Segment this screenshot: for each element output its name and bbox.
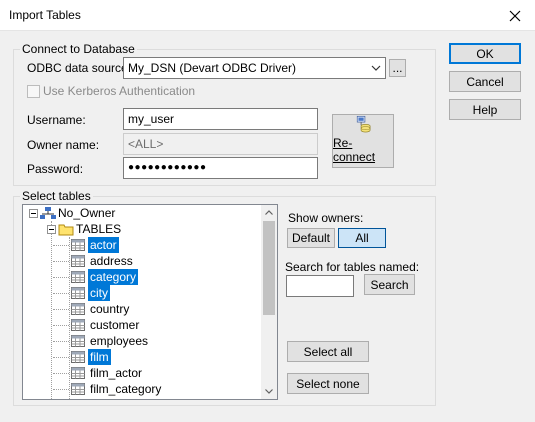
- kerberos-label: Use Kerberos Authentication: [43, 84, 196, 98]
- table-item-label: category: [88, 269, 139, 285]
- table-item[interactable]: category: [53, 269, 139, 285]
- password-label: Password:: [27, 162, 84, 176]
- close-icon: [509, 10, 521, 21]
- table-item[interactable]: employees: [53, 333, 150, 349]
- table-item-label: film_actor: [90, 366, 143, 380]
- tree-line: [53, 244, 69, 246]
- tree-line: [53, 372, 69, 374]
- table-item-label: customer: [90, 318, 140, 332]
- table-item[interactable]: customer: [53, 317, 141, 333]
- show-owners-label: Show owners:: [288, 211, 364, 225]
- table-item-label: address: [90, 254, 133, 268]
- window-title: Import Tables: [9, 8, 81, 22]
- title-bar: Import Tables: [0, 0, 535, 31]
- cancel-button[interactable]: Cancel: [449, 71, 521, 92]
- collapse-icon[interactable]: [29, 208, 38, 218]
- password-field[interactable]: ●●●●●●●●●●●●: [123, 157, 318, 179]
- table-item-label: film: [88, 349, 111, 365]
- table-item-label: country: [90, 302, 130, 316]
- reconnect-button[interactable]: Re-connect: [332, 114, 394, 168]
- table-icon: [71, 303, 85, 315]
- select-all-button[interactable]: Select all: [287, 341, 369, 362]
- table-icon: [71, 287, 85, 299]
- tree-line: [53, 292, 69, 294]
- select-tables-group-label: Select tables: [20, 189, 93, 203]
- table-icon: [71, 319, 85, 331]
- table-icon: [71, 271, 85, 283]
- connect-group-label: Connect to Database: [20, 42, 137, 56]
- owner-label: Owner name:: [27, 138, 100, 152]
- ok-button[interactable]: OK: [449, 43, 521, 64]
- chevron-down-icon: [371, 65, 381, 71]
- table-item-label: film_category: [90, 382, 162, 396]
- tree-line: [53, 276, 69, 278]
- search-input[interactable]: [286, 275, 354, 297]
- tree-line: [53, 340, 69, 342]
- database-connect-icon: [356, 115, 371, 133]
- collapse-icon[interactable]: [47, 224, 56, 234]
- tables-tree[interactable]: No_Owner TABLES actor address category city…: [22, 204, 278, 400]
- table-item[interactable]: film_category: [53, 381, 163, 397]
- tree-root-label: No_Owner: [58, 206, 116, 220]
- table-icon: [71, 351, 85, 363]
- table-item[interactable]: film: [53, 349, 111, 365]
- network-icon: [40, 207, 56, 219]
- owners-all-toggle[interactable]: All: [338, 228, 386, 248]
- username-field[interactable]: my_user: [123, 108, 318, 130]
- tree-line: [53, 324, 69, 326]
- tree-line: [53, 260, 69, 262]
- table-item-label: employees: [90, 334, 149, 348]
- search-label: Search for tables named:: [285, 260, 420, 274]
- reconnect-label: Re-connect: [333, 136, 376, 164]
- tree-folder-node[interactable]: TABLES: [43, 221, 123, 237]
- tree-line: [53, 356, 69, 358]
- table-icon: [71, 383, 85, 395]
- dsn-label: ODBC data source:: [27, 61, 132, 75]
- select-none-button[interactable]: Select none: [287, 373, 369, 394]
- username-label: Username:: [27, 113, 86, 127]
- folder-icon: [58, 224, 74, 235]
- scroll-thumb[interactable]: [263, 221, 275, 315]
- tree-line: [53, 388, 69, 390]
- table-item-label: actor: [88, 237, 119, 253]
- search-button[interactable]: Search: [364, 274, 415, 295]
- browse-dsn-button[interactable]: ...: [389, 59, 406, 77]
- table-item[interactable]: actor: [53, 237, 119, 253]
- dsn-select-value: My_DSN (Devart ODBC Driver): [128, 61, 297, 75]
- owner-field: <ALL>: [123, 133, 318, 155]
- kerberos-checkbox-box: [27, 84, 40, 98]
- tree-line: [51, 221, 52, 399]
- kerberos-checkbox[interactable]: Use Kerberos Authentication: [27, 84, 195, 98]
- table-item-label: city: [88, 285, 110, 301]
- table-item[interactable]: address: [53, 253, 135, 269]
- table-item[interactable]: film_actor: [53, 365, 144, 381]
- table-item[interactable]: country: [53, 301, 131, 317]
- table-icon: [71, 367, 85, 379]
- dsn-select[interactable]: My_DSN (Devart ODBC Driver): [123, 57, 386, 79]
- owners-default-toggle[interactable]: Default: [287, 228, 335, 248]
- scroll-down-icon[interactable]: [265, 389, 273, 394]
- tree-root-node[interactable]: No_Owner: [25, 205, 117, 221]
- tree-scrollbar[interactable]: [261, 205, 277, 399]
- tree-line: [53, 308, 69, 310]
- table-icon: [71, 255, 85, 267]
- tree-folder-label: TABLES: [76, 222, 122, 236]
- table-item[interactable]: city: [53, 285, 110, 301]
- help-button[interactable]: Help: [449, 99, 521, 120]
- close-button[interactable]: [495, 0, 535, 31]
- scroll-up-icon[interactable]: [265, 210, 273, 215]
- table-icon: [71, 239, 85, 251]
- table-icon: [71, 335, 85, 347]
